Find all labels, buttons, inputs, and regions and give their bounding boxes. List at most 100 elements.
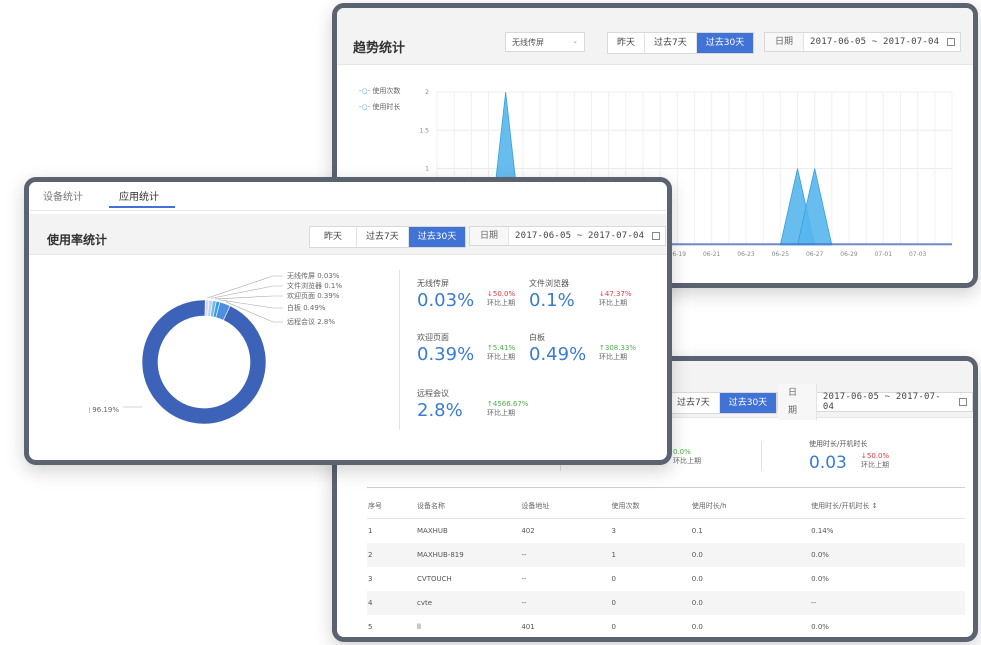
table-cell: 0.14% bbox=[811, 527, 834, 535]
table-cell: -- bbox=[521, 575, 527, 583]
usage-range-7days[interactable]: 过去7天 bbox=[356, 227, 408, 247]
tab-app-stats[interactable]: 应用统计 bbox=[119, 188, 159, 203]
table-cell: MAXHUB-819 bbox=[416, 543, 521, 567]
usage-title: 使用率统计 bbox=[47, 233, 108, 247]
donut-slice[interactable] bbox=[141, 299, 267, 425]
stat-delta: ↓47.37% 环比上期 bbox=[599, 290, 632, 308]
stat-value: 0.03% bbox=[417, 290, 475, 311]
delta-sub: 环比上期 bbox=[599, 353, 627, 361]
trend-date-picker[interactable]: 日期 2017-06-05 ~ 2017-07-04 bbox=[764, 32, 962, 52]
table-cell: 1 bbox=[368, 527, 373, 535]
table-cell: cvte bbox=[416, 591, 521, 615]
calendar-icon bbox=[652, 232, 661, 240]
calendar-icon bbox=[959, 398, 968, 406]
table-row[interactable]: 2 MAXHUB-819 -- 1 0.0 0.0% bbox=[367, 543, 965, 567]
table-cell: 2 bbox=[367, 543, 417, 567]
table-cell: 402 bbox=[521, 527, 535, 535]
detail-date-value: 2017-06-05 ~ 2017-07-04 bbox=[822, 392, 941, 412]
ratio-delta-sub: 环比上期 bbox=[861, 461, 889, 469]
stat-label: 白板 bbox=[529, 333, 545, 342]
delta-value: ↑5.41% bbox=[487, 344, 516, 352]
donut-chart: 无线传屏 0.03%文件浏览器 0.1%欢迎页面 0.39% 白板 0.49% 远程… bbox=[89, 271, 342, 425]
detail-date-label: 日期 bbox=[778, 384, 817, 420]
trend-range-yesterday[interactable]: 昨天 bbox=[608, 33, 644, 53]
detail-range-7days[interactable]: 过去7天 bbox=[668, 393, 719, 413]
leader-line bbox=[214, 295, 283, 300]
table-cell: 0.0 bbox=[690, 591, 811, 615]
stat-value: 0.39% bbox=[417, 344, 475, 365]
table-row[interactable]: 3 CVTOUCH -- 0 0.0 0.0% bbox=[367, 567, 965, 591]
table-cell: 3 bbox=[611, 527, 616, 535]
table-cell: 0.0 bbox=[691, 623, 703, 631]
trend-range-7days[interactable]: 过去7天 bbox=[644, 33, 696, 53]
table-row[interactable]: 5 ll 401 0 0.0 0.0% bbox=[367, 615, 965, 637]
usage-date-picker[interactable]: 日期 2017-06-05 ~ 2017-07-04 bbox=[469, 226, 667, 246]
column-header: 设备地址 bbox=[520, 494, 611, 519]
stat-value: 0.49% bbox=[529, 344, 587, 365]
x-tick-label: 06-27 bbox=[806, 251, 824, 258]
delta-value: 0.0% bbox=[673, 448, 691, 456]
table-cell: 5 bbox=[368, 623, 373, 631]
table-cell: 0 bbox=[611, 575, 616, 583]
trend-date-label: 日期 bbox=[765, 33, 805, 51]
detail-range-30days[interactable]: 过去30天 bbox=[718, 393, 777, 413]
trend-title: 趋势统计 bbox=[353, 41, 406, 56]
legend-item-usage-duration[interactable]: -○- 使用时长 bbox=[359, 102, 400, 112]
x-tick-label: 06-25 bbox=[772, 251, 790, 258]
table-cell: 0.0% bbox=[811, 575, 829, 583]
usage-range-yesterday[interactable]: 昨天 bbox=[310, 227, 356, 247]
table-cell: 0.0% bbox=[810, 543, 965, 567]
ratio-delta: ↓50.0% 环比上期 bbox=[861, 452, 889, 470]
stat-delta: ↑308.33% 环比上期 bbox=[599, 344, 636, 362]
table-cell: 0.0 bbox=[690, 543, 811, 567]
table-cell: 0 bbox=[611, 623, 616, 631]
trend-range-30days[interactable]: 过去30天 bbox=[695, 33, 754, 53]
delta-value: ↓50.0% bbox=[487, 290, 516, 298]
table-cell: -- bbox=[520, 591, 611, 615]
device-table: 序号 设备名称 设备地址 使用次数 使用时长/h 使用时长/开机时长 ↕ 1 MAXHUB 4… bbox=[367, 494, 965, 637]
delta-value: ↑308.33% bbox=[599, 344, 637, 352]
column-header: 序号 bbox=[367, 494, 417, 519]
table-cell: 1 bbox=[610, 543, 691, 567]
y-tick-label: 1 bbox=[425, 166, 429, 173]
stat-label: 文件浏览器 bbox=[529, 279, 569, 288]
slice-label: 无线传屏 0.03% bbox=[287, 271, 340, 280]
calendar-icon bbox=[947, 38, 956, 46]
column-header: 设备名称 bbox=[416, 494, 521, 519]
ratio-value: 0.03 bbox=[809, 453, 847, 473]
usage-date-value: 2017-06-05 ~ 2017-07-04 bbox=[515, 231, 645, 241]
tab-device-stats[interactable]: 设备统计 bbox=[43, 188, 83, 203]
delta-sub: 环比上期 bbox=[487, 299, 515, 307]
usage-window: 设备统计 应用统计 使用率统计 昨天 过去7天 过去30天 日期 2017-06… bbox=[24, 177, 672, 465]
divider bbox=[367, 487, 965, 488]
chevron-down-icon: ⌄ bbox=[572, 37, 578, 45]
column-header[interactable]: 使用时长/开机时长 ↕ bbox=[810, 494, 965, 519]
table-row[interactable]: 1 MAXHUB 402 3 0.1 0.14% bbox=[367, 519, 965, 544]
stat-label: 欢迎页面 bbox=[417, 333, 449, 342]
legend-item-usage-count[interactable]: -○- 使用次数 bbox=[359, 86, 400, 96]
usage-tabbar: 设备统计 应用统计 bbox=[29, 182, 667, 211]
detail-partial-delta: 0.0% 环比上期 bbox=[673, 448, 701, 466]
stat-label: 远程会议 bbox=[417, 389, 449, 398]
slice-label: 远程会议 2.8% bbox=[287, 317, 335, 326]
divider bbox=[399, 270, 400, 430]
table-cell: ll bbox=[417, 623, 421, 631]
legend-label: 使用次数 bbox=[372, 87, 401, 95]
x-tick-label: 06-23 bbox=[737, 251, 755, 258]
y-tick-label: 1.5 bbox=[419, 127, 429, 134]
table-cell: -- bbox=[520, 543, 611, 567]
trend-app-select[interactable]: 无线传屏 ⌄ bbox=[505, 32, 585, 52]
stat-value: 0.1% bbox=[529, 290, 575, 311]
x-tick-label: 07-03 bbox=[909, 251, 927, 258]
slice-label: 文件浏览器 0.1% bbox=[287, 281, 342, 290]
delta-sub: 环比上期 bbox=[599, 299, 627, 307]
usage-range-30days[interactable]: 过去30天 bbox=[407, 227, 466, 247]
trend-date-value: 2017-06-05 ~ 2017-07-04 bbox=[810, 37, 940, 47]
detail-date-picker[interactable]: 日期 2017-06-05 ~ 2017-07-04 bbox=[777, 384, 973, 420]
stat-value: 2.8% bbox=[417, 400, 463, 421]
divider bbox=[761, 441, 762, 471]
x-tick-label: 07-01 bbox=[875, 251, 893, 258]
table-cell: 4 bbox=[367, 591, 417, 615]
active-tab-indicator bbox=[109, 206, 175, 208]
table-row[interactable]: 4 cvte -- 0 0.0 -- bbox=[367, 591, 965, 615]
